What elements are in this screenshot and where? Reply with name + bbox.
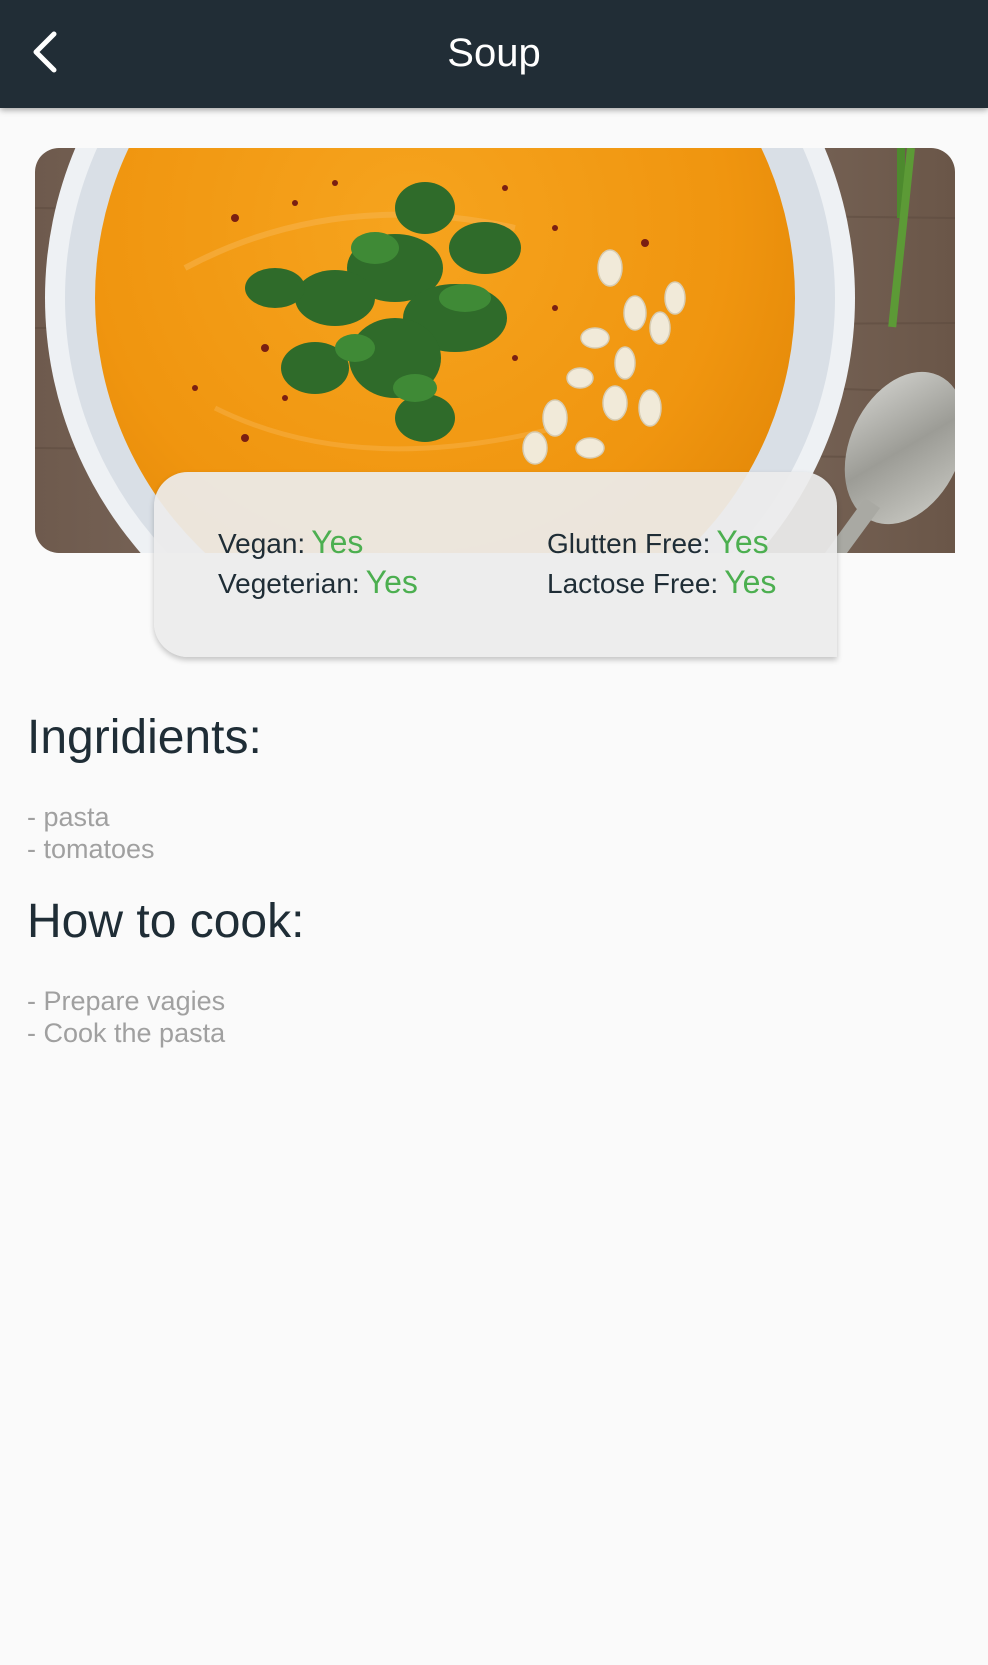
recipe-detail-screen: Soup Vegan: Yes Vegeterian: Yes Glutten … bbox=[0, 0, 988, 1665]
list-item: - pasta bbox=[27, 802, 110, 832]
vegan-value: Yes bbox=[311, 524, 364, 560]
vegetarian-row: Vegeterian: Yes bbox=[218, 564, 418, 601]
instructions-list: - Prepare vagies - Cook the pasta bbox=[27, 985, 225, 1049]
gluten-free-row: Glutten Free: Yes bbox=[547, 524, 769, 561]
ingredients-list: - pasta - tomatoes bbox=[27, 801, 155, 865]
vegetarian-value: Yes bbox=[365, 564, 418, 600]
list-item: - Prepare vagies bbox=[27, 986, 226, 1016]
lactose-free-value: Yes bbox=[724, 564, 777, 600]
page-title: Soup bbox=[447, 31, 541, 75]
lactose-free-label: Lactose Free: bbox=[547, 568, 719, 599]
lactose-free-row: Lactose Free: Yes bbox=[547, 564, 776, 601]
list-item: - Cook the pasta bbox=[27, 1018, 226, 1048]
gluten-free-value: Yes bbox=[716, 524, 769, 560]
vegan-label: Vegan: bbox=[218, 528, 306, 559]
vegetarian-label: Vegeterian: bbox=[218, 568, 360, 599]
gluten-free-label: Glutten Free: bbox=[547, 528, 711, 559]
list-item: - tomatoes bbox=[27, 834, 155, 864]
ingredients-title: Ingridients: bbox=[27, 711, 262, 764]
vegan-row: Vegan: Yes bbox=[218, 524, 363, 561]
diet-info-card: Vegan: Yes Vegeterian: Yes Glutten Free: Ye… bbox=[154, 472, 837, 657]
app-bar: Soup bbox=[0, 0, 988, 108]
how-to-cook-title: How to cook: bbox=[27, 895, 305, 948]
